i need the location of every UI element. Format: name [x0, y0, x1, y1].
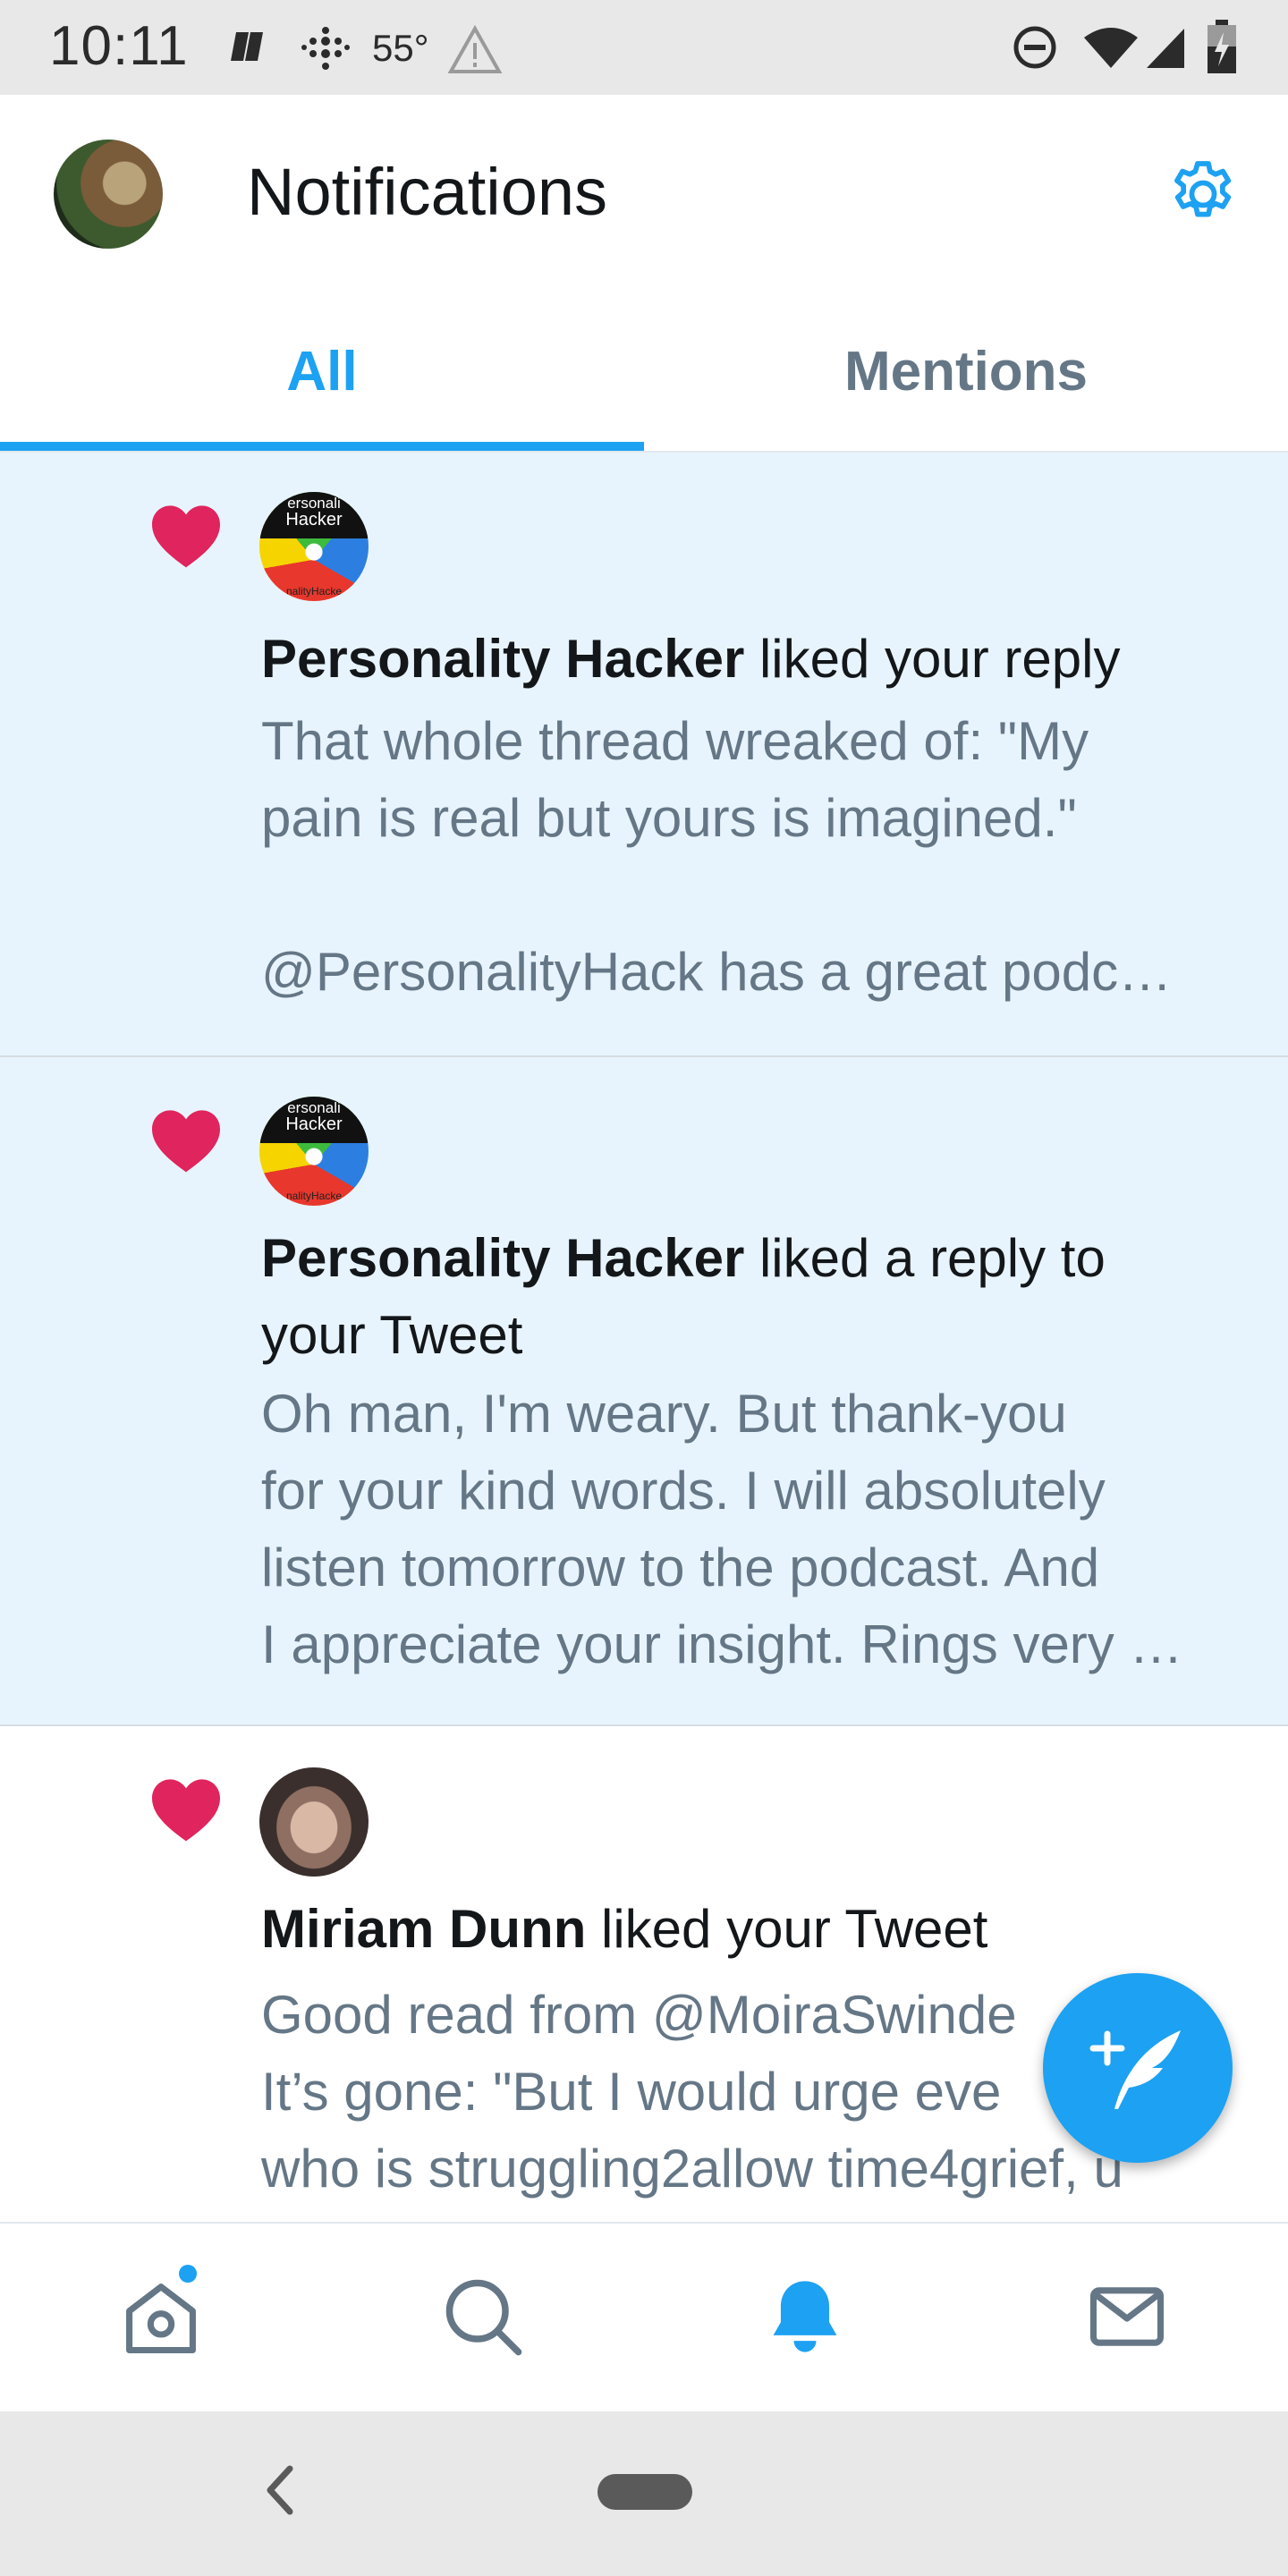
- tweet-line: pain is real but yours is imagined.": [261, 788, 1077, 848]
- notification-headline: Personality Hacker liked your reply: [261, 621, 1254, 698]
- heart-icon: [152, 1779, 220, 1842]
- tab-mentions[interactable]: Mentions: [644, 292, 1288, 453]
- grid-dots-icon: [301, 27, 350, 70]
- avatar[interactable]: [259, 1767, 369, 1877]
- active-tab-indicator: [0, 442, 644, 451]
- tweet-line: [261, 857, 1254, 934]
- avatar-text: Hacker: [285, 510, 343, 530]
- compose-tweet-icon: [1089, 2030, 1181, 2109]
- notification-action: your Tweet: [261, 1305, 523, 1365]
- avatar-text: Hacker: [285, 1114, 343, 1134]
- notification-headline: Miriam Dunn liked your Tweet: [261, 1891, 1254, 1968]
- system-nav-bar: [0, 2411, 1288, 2576]
- heart-icon: [152, 505, 220, 568]
- notification-action: liked your reply: [758, 629, 1121, 689]
- tweet-line: for your kind words. I will absolutely: [261, 1461, 1106, 1521]
- notification-headline: Personality Hacker liked a reply to your…: [261, 1220, 1254, 1374]
- new-content-dot: [179, 2265, 197, 2283]
- avatar[interactable]: ersonali Hacker nalityHacke: [259, 1097, 369, 1206]
- warning-icon: [447, 25, 503, 73]
- status-bar: 10:11 55°: [0, 0, 1288, 95]
- tweet-line: Oh man, I'm weary. But thank-you: [261, 1384, 1067, 1444]
- actor-name[interactable]: Personality Hacker: [261, 1228, 744, 1288]
- bell-icon[interactable]: [760, 2272, 850, 2361]
- battery-icon: [1208, 20, 1236, 73]
- profile-avatar[interactable]: [54, 140, 163, 249]
- tweet-preview: Oh man, I'm weary. But thank-you for you…: [261, 1376, 1254, 1683]
- compose-tweet-button[interactable]: [1043, 1973, 1233, 2163]
- tweet-line: @PersonalityHack has a great podc…: [261, 942, 1173, 1002]
- heart-icon: [152, 1110, 220, 1173]
- status-time: 10:11: [49, 15, 189, 77]
- avatar[interactable]: ersonali Hacker nalityHacke: [259, 492, 369, 601]
- actor-name[interactable]: Personality Hacker: [261, 629, 744, 689]
- gear-icon[interactable]: [1165, 156, 1241, 233]
- status-temperature: 55°: [372, 27, 429, 69]
- home-pill-icon[interactable]: [597, 2474, 692, 2510]
- tab-all[interactable]: All: [0, 292, 644, 453]
- mail-icon[interactable]: [1082, 2272, 1172, 2361]
- tweet-line: That whole thread wreaked of: "My: [261, 711, 1089, 771]
- tweet-line: I appreciate your insight. Rings very …: [261, 1614, 1183, 1674]
- page-title: Notifications: [247, 155, 608, 229]
- dnd-icon: [1013, 26, 1056, 69]
- avatar-text: nalityHacke: [285, 585, 343, 597]
- search-icon[interactable]: [438, 2272, 528, 2361]
- notification-icon: [231, 32, 263, 61]
- notification-item[interactable]: ersonali Hacker nalityHacke Personality …: [0, 453, 1288, 1057]
- actor-name[interactable]: Miriam Dunn: [261, 1899, 586, 1959]
- signal-icon: [1147, 29, 1184, 68]
- app-header: Notifications: [0, 95, 1288, 292]
- tweet-line: listen tomorrow to the podcast. And: [261, 1538, 1100, 1597]
- tab-bar: All Mentions: [0, 292, 1288, 453]
- tweet-preview: That whole thread wreaked of: "My pain i…: [261, 703, 1254, 1011]
- wifi-icon: [1084, 28, 1138, 68]
- back-chevron-icon[interactable]: [263, 2463, 299, 2517]
- avatar-text: nalityHacke: [285, 1190, 343, 1202]
- notification-item[interactable]: ersonali Hacker nalityHacke Personality …: [0, 1057, 1288, 1726]
- notification-action: liked a reply to: [758, 1228, 1106, 1288]
- notification-action: liked your Tweet: [601, 1899, 988, 1959]
- bottom-nav: [0, 2222, 1288, 2411]
- home-icon[interactable]: [116, 2272, 206, 2361]
